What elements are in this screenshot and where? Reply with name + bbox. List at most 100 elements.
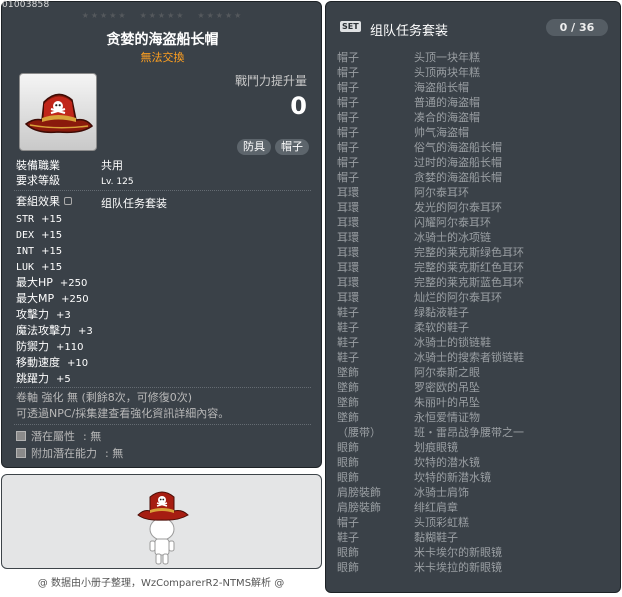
trade-restriction: 無法交換 <box>140 51 185 64</box>
set-item-name: 朱丽叶的吊坠 <box>414 396 480 409</box>
job-row: 裝備職業 共用 <box>16 157 123 173</box>
stat-row: DEX +15 <box>16 227 93 243</box>
set-item-name: 班・雷昂战争腰带之一 <box>414 426 524 439</box>
set-item-row: （腰带） 班・雷昂战争腰带之一 <box>337 425 524 440</box>
set-item-row: 墜飾 朱丽叶的吊坠 <box>337 395 524 410</box>
set-item-name: 米卡埃尔的新眼镜 <box>414 546 502 559</box>
set-item-category: 鞋子 <box>337 321 359 334</box>
set-item-category: 鞋子 <box>337 306 359 319</box>
set-effect-label-wrap: 套組效果 <box>16 193 72 209</box>
set-count-badge: 0 / 36 <box>546 19 608 36</box>
potential-label: 潛在屬性 <box>31 430 75 443</box>
stat-key: 最大HP <box>16 276 53 289</box>
set-item-row: 耳環 完整的莱克斯蓝色耳环 <box>337 275 524 290</box>
set-item-row: 帽子 头顶一块年糕 <box>337 50 524 65</box>
set-item-name: 闪耀阿尔泰耳环 <box>414 216 491 229</box>
set-item-row: 眼飾 划痕眼镜 <box>337 440 524 455</box>
set-item-name: 米卡埃拉的新眼镜 <box>414 561 502 574</box>
set-item-row: 墜飾 阿尔泰斯之眼 <box>337 365 524 380</box>
stat-key: 跳躍力 <box>16 372 49 385</box>
set-item-category: 墜飾 <box>337 381 359 394</box>
set-item-row: 帽子 过时的海盗船长帽 <box>337 155 524 170</box>
divider <box>14 387 311 388</box>
set-item-row: 耳環 冰骑士的冰项链 <box>337 230 524 245</box>
tag-hat: 帽子 <box>275 139 309 155</box>
set-item-category: 耳環 <box>337 216 359 229</box>
set-item-name: 灿烂的阿尔泰耳环 <box>414 291 502 304</box>
set-item-name: 阿尔泰耳环 <box>414 186 469 199</box>
star-force-row: ★★★★★ ★★★★★ ★★★★★ <box>2 11 323 20</box>
stat-key: 最大MP <box>16 292 55 305</box>
set-item-name: 柔软的鞋子 <box>414 321 469 334</box>
set-item-category: 耳環 <box>337 261 359 274</box>
set-item-category: 眼飾 <box>337 456 359 469</box>
potential-value-text: 無 <box>90 430 102 443</box>
set-item-name: 凑合的海盗帽 <box>414 111 480 124</box>
set-item-name: 贪婪的海盗船长帽 <box>414 171 502 184</box>
stat-row: LUK +15 <box>16 259 93 275</box>
stat-row: 魔法攻擊力 +3 <box>16 323 93 339</box>
set-item-name: 头顶彩虹糕 <box>414 516 469 529</box>
set-item-name: 发光的阿尔泰耳环 <box>414 201 502 214</box>
item-icon-frame <box>19 73 97 151</box>
job-value: 共用 <box>101 159 123 172</box>
stat-key: 魔法攻擊力 <box>16 324 71 337</box>
set-item-category: 耳環 <box>337 246 359 259</box>
set-item-name: 帅气海盗帽 <box>414 126 469 139</box>
character-avatar-icon <box>137 491 189 565</box>
stat-value: +250 <box>59 278 88 289</box>
set-item-category: 眼飾 <box>337 546 359 559</box>
stat-value: +15 <box>41 214 63 225</box>
avatar-preview-panel <box>1 474 322 569</box>
stat-value: +3 <box>56 310 71 321</box>
bonus-potential-row: 附加潛在能力: 無 <box>16 445 123 461</box>
set-item-category: 帽子 <box>337 66 359 79</box>
set-item-row: 帽子 俗气的海盗船长帽 <box>337 140 524 155</box>
set-item-row: 帽子 帅气海盗帽 <box>337 125 524 140</box>
stat-key: LUK <box>16 262 35 273</box>
potential-row: 潛在屬性: 無 <box>16 428 101 444</box>
item-code: 01003858 <box>2 0 50 10</box>
set-item-row: 肩膀裝飾 绯红肩章 <box>337 500 524 515</box>
divider <box>14 190 311 191</box>
set-item-category: 鞋子 <box>337 531 359 544</box>
set-item-name: 冰骑士的冰项链 <box>414 231 491 244</box>
set-item-name: 阿尔泰斯之眼 <box>414 366 480 379</box>
set-item-category: 眼飾 <box>337 561 359 574</box>
set-item-row: 肩膀裝飾 冰骑士肩饰 <box>337 485 524 500</box>
set-item-row: 帽子 普通的海盗帽 <box>337 95 524 110</box>
set-item-row: 耳環 发光的阿尔泰耳环 <box>337 200 524 215</box>
set-item-category: 墜飾 <box>337 396 359 409</box>
set-item-category: 眼飾 <box>337 441 359 454</box>
set-item-name: 头顶两块年糕 <box>414 66 480 79</box>
set-item-name: 黏糊鞋子 <box>414 531 458 544</box>
set-badge: SET <box>340 21 361 32</box>
combat-power-value: 0 <box>290 92 307 120</box>
set-item-row: 鞋子 黏糊鞋子 <box>337 530 524 545</box>
level-row: 要求等級 Lv. 125 <box>16 172 134 188</box>
stat-value: +3 <box>78 326 93 337</box>
set-item-row: 鞋子 绿黏液鞋子 <box>337 305 524 320</box>
set-item-name: 俗气的海盗船长帽 <box>414 141 502 154</box>
set-item-row: 耳環 灿烂的阿尔泰耳环 <box>337 290 524 305</box>
stat-row: 防禦力 +110 <box>16 339 93 355</box>
item-name: 贪婪的海盗船长帽 <box>106 32 219 48</box>
set-item-row: 帽子 头顶两块年糕 <box>337 65 524 80</box>
set-item-category: 帽子 <box>337 51 359 64</box>
set-item-row: 帽子 头顶彩虹糕 <box>337 515 524 530</box>
set-item-row: 墜飾 永恒爱情证物 <box>337 410 524 425</box>
bonus-potential-value-text: 無 <box>112 447 124 460</box>
set-item-list: 帽子 头顶一块年糕 帽子 头顶两块年糕 帽子 海盗船长帽 帽子 普通的海盗帽 帽子 凑合的海盗帽帽… <box>337 50 524 575</box>
set-item-category: 帽子 <box>337 81 359 94</box>
set-item-category: 帽子 <box>337 111 359 124</box>
stat-value: +10 <box>67 358 89 369</box>
set-item-row: 眼飾 坎特的新潜水镜 <box>337 470 524 485</box>
set-item-category: 耳環 <box>337 201 359 214</box>
footer-credit: @ 数据由小册子整理，WzComparerR2-NTMS解析 @ <box>37 578 285 589</box>
set-item-name: 冰骑士的搜索者锁链鞋 <box>414 351 524 364</box>
level-value: Lv. 125 <box>101 177 134 187</box>
stat-row: 最大MP +250 <box>16 291 93 307</box>
pirate-hat-icon <box>24 93 94 134</box>
set-item-category: 帽子 <box>337 126 359 139</box>
set-item-name: 冰骑士的锁链鞋 <box>414 336 491 349</box>
